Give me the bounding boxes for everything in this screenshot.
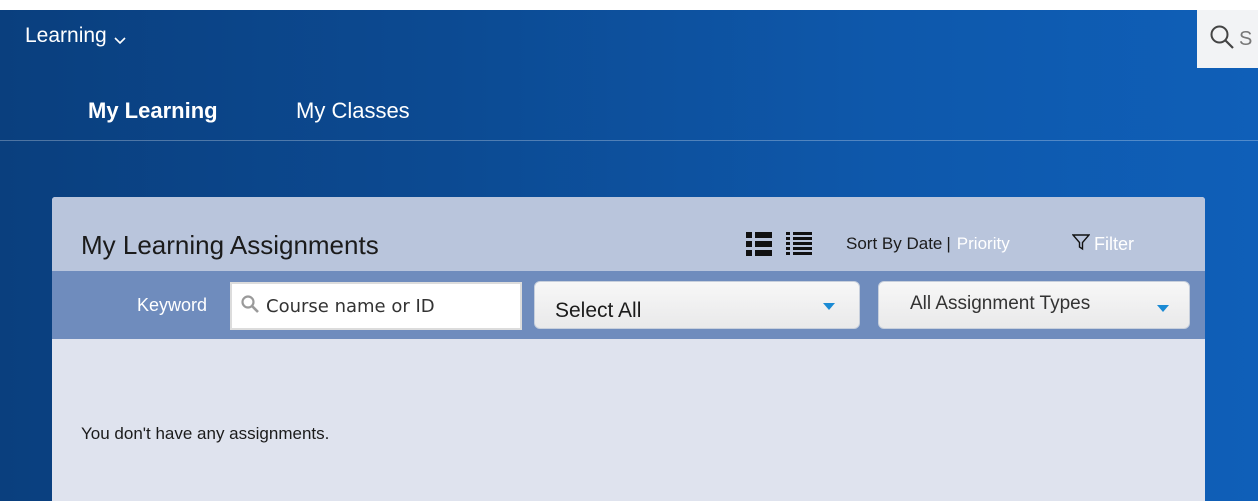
view-toggle	[746, 232, 812, 261]
app-switcher[interactable]: Learning	[25, 24, 127, 48]
keyword-field[interactable]	[230, 282, 522, 330]
status-dropdown-value: Select All	[555, 299, 642, 322]
filter-button[interactable]: Filter	[1071, 233, 1134, 256]
search-icon	[1209, 24, 1235, 55]
assignment-types-dropdown[interactable]: All Assignment Types	[878, 281, 1190, 329]
magnifier-icon	[240, 294, 260, 319]
sort-by-date[interactable]: Sort By Date	[846, 234, 942, 254]
status-dropdown[interactable]: Select All	[534, 281, 860, 329]
filter-label: Filter	[1094, 234, 1134, 254]
search-placeholder: S	[1239, 27, 1253, 50]
sort-by-priority[interactable]: Priority	[957, 234, 1010, 254]
dropdown-arrow-icon	[823, 298, 835, 316]
sort-control: Sort By Date | Priority	[846, 234, 1010, 254]
top-bar: Learning S	[0, 10, 1258, 72]
app-shell: Learning S My Learning My Classes My Lea…	[0, 10, 1258, 501]
global-search[interactable]: S	[1197, 10, 1258, 68]
dropdown-arrow-icon	[1157, 300, 1169, 318]
learning-nav: My Learning My Classes	[0, 72, 1258, 141]
keyword-input[interactable]	[264, 294, 508, 318]
assignment-types-value: All Assignment Types	[910, 293, 1091, 314]
tab-my-learning[interactable]: My Learning	[88, 98, 218, 124]
panel-header: My Learning Assignments Sort By Date | P…	[52, 197, 1205, 271]
filter-bar: Keyword Select All All Assignment Types	[52, 271, 1205, 339]
list-view-icon[interactable]	[786, 232, 812, 261]
panel-title: My Learning Assignments	[81, 230, 379, 260]
tab-my-classes[interactable]: My Classes	[296, 98, 410, 124]
empty-state-message: You don't have any assignments.	[81, 424, 330, 443]
filter-icon	[1071, 233, 1094, 256]
app-switcher-label: Learning	[25, 24, 107, 47]
card-view-icon[interactable]	[746, 232, 772, 261]
keyword-label: Keyword	[137, 295, 208, 315]
chevron-down-icon	[113, 29, 127, 45]
sort-separator: |	[946, 234, 951, 253]
assignments-panel: My Learning Assignments Sort By Date | P…	[52, 197, 1205, 501]
